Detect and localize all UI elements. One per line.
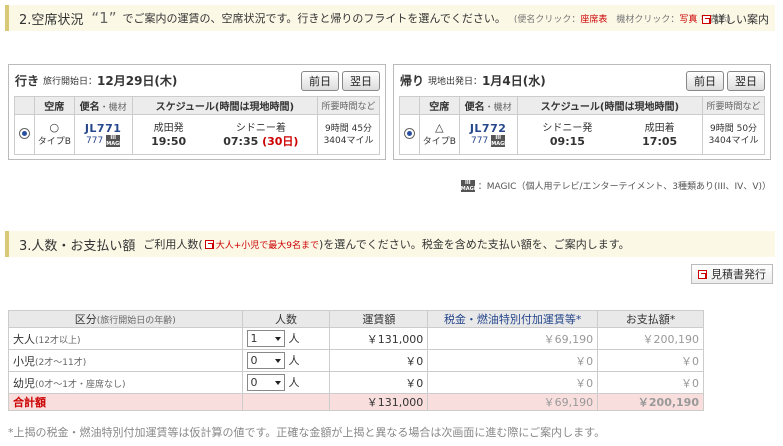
section-payment-header: 3.人数・お支払い額 ご利用人数( 大人+小児で最大9名まで )を選んでください… [5,231,775,257]
footnote: *上揭の税金・燃油特別付加運賃等は仮計算の値です。正確な金額が上揭と異なる場合は… [8,426,606,439]
inbound-flight-radio[interactable] [403,127,415,139]
inbound-date-value: 1月4日(水) [482,74,546,88]
arrival-day: (30日) [262,134,299,148]
seat-availability-mark: △ [435,121,444,134]
header-schedule: スケジュール(時間は現地時間) [131,96,319,115]
section-availability-hint: (便名クリック：座席表 機材クリック：写真 を表示) [513,14,731,25]
outbound-date-value: 12月29日(木) [97,74,178,88]
arrival-time: 07:35 [223,134,259,148]
header-category: 区分(旅行開始日の年齢) [8,310,243,328]
header-duration: 所要時間など [317,96,380,115]
aircraft-link[interactable]: 777 III MAGIC [460,135,517,147]
detail-guide-link[interactable]: 詳しい案内 [702,11,769,27]
infant-count-select[interactable]: 0 [246,374,285,392]
external-link-icon [698,269,707,279]
departure-station: 成田発 [153,122,184,134]
chevron-down-icon [274,358,281,363]
table-row: 小児(2才～11才) 0人 ￥0 ￥0 ￥0 [8,349,704,372]
chevron-down-icon [274,336,281,341]
magic-icon: III MAGIC [106,135,125,147]
header-seat: 空席 [418,96,460,115]
magic-icon: III MAGIC [460,179,480,192]
seat-type: タイプB [37,137,71,147]
flight-number-link[interactable]: JL772 [460,122,517,135]
header-count: 人数 [241,310,331,328]
header-total: お支払額* [597,310,704,328]
table-row: △ タイプB JL772 777 III MAGIC シドニー発 09:15 成田着 1… [399,114,765,155]
outbound-date-label: 旅行開始日： [43,77,98,87]
outbound-flight-radio[interactable] [18,127,30,139]
outbound-next-day-button[interactable]: 翌日 [342,71,380,91]
estimate-issue-button[interactable]: 見積書発行 [691,264,773,284]
seat-availability-mark: ○ [49,121,60,134]
section-availability-desc: でご案内の運賃の、空席状況です。行きと帰りのフライトを選んでください。 [122,12,506,25]
departure-time: 09:15 [549,134,585,148]
header-flight: 便名・機材 [458,96,518,115]
adult-count-select[interactable]: 1 [246,330,285,348]
departure-time: 19:50 [151,134,187,148]
inbound-next-day-button[interactable]: 翌日 [727,71,765,91]
outbound-direction: 行き [15,74,40,88]
seat-type: タイプB [422,137,456,147]
header-surcharge: 税金・燃油特別付加運賃等* [427,310,599,328]
magic-icon: III MAGIC [491,135,510,147]
inbound-prev-day-button[interactable]: 前日 [686,71,724,91]
departure-station: シドニー発 [542,122,593,134]
flight-miles: 3404マイル [323,135,374,146]
flight-duration: 9時間 50分 [710,123,758,134]
section-availability-header: 2.空席状況 “1” でご案内の運賃の、空席状況です。行きと帰りのフライトを選ん… [5,5,775,31]
header-flight: 便名・機材 [73,96,133,115]
section-payment-title: 3.人数・お支払い額 [19,238,136,254]
total-row: 合計額 ￥131,000 ￥69,190 ￥200,190 [8,393,704,411]
max-passengers-link[interactable]: 大人+小児で最大9名まで [216,238,319,251]
external-link-icon [204,239,214,249]
header-seat: 空席 [33,96,75,115]
magic-note: III MAGIC ：MAGIC（個人用テレビ/エンターテイメント、3種類あり(I… [460,179,771,192]
chevron-down-icon [274,380,281,385]
inbound-direction: 帰り [400,74,425,88]
arrival-time: 17:05 [642,134,678,148]
arrival-station: 成田着 [644,122,675,134]
child-count-select[interactable]: 0 [246,352,285,370]
inbound-flight-table: 空席 便名・機材 スケジュール(時間は現地時間) 所要時間など △ タイプB J… [399,96,765,155]
header-schedule: スケジュール(時間は現地時間) [516,96,704,115]
flight-number-link[interactable]: JL771 [75,122,132,135]
flight-duration: 9時間 45分 [325,123,373,134]
flight-miles: 3404マイル [708,135,759,146]
arrival-station: シドニー着 [235,122,286,134]
external-link-icon [702,14,711,24]
outbound-flight-box: 行き 旅行開始日： 12月29日(木) 前日 翌日 空席 便名・機材 スケジュー… [8,64,386,160]
section-availability-title: 2.空席状況 [19,12,84,28]
section-payment-desc: ご利用人数( 大人+小児で最大9名まで )を選んでください。税金を含めた支払い額… [143,238,630,251]
section-availability-quote: “1” [91,9,117,27]
table-row: 幼児(0才～1才・座席なし) 0人 ￥0 ￥0 ￥0 [8,371,704,394]
header-fare: 運賃額 [329,310,429,328]
header-duration: 所要時間など [702,96,765,115]
outbound-flight-table: 空席 便名・機材 スケジュール(時間は現地時間) 所要時間など ○ タイプB J… [14,96,380,155]
inbound-flight-box: 帰り 現地出発日： 1月4日(水) 前日 翌日 空席 便名・機材 スケジュール(… [393,64,771,160]
table-row: 大人(12才以上) 1人 ￥131,000 ￥69,190 ￥200,190 [8,327,704,350]
aircraft-link[interactable]: 777 III MAGIC [75,135,132,147]
outbound-prev-day-button[interactable]: 前日 [301,71,339,91]
payment-table: 区分(旅行開始日の年齢) 人数 運賃額 税金・燃油特別付加運賃等* お支払額* … [8,310,704,411]
table-row: ○ タイプB JL771 777 III MAGIC 成田発 19:50 シドニー着 0… [14,114,380,155]
inbound-date-label: 現地出発日： [428,77,483,87]
